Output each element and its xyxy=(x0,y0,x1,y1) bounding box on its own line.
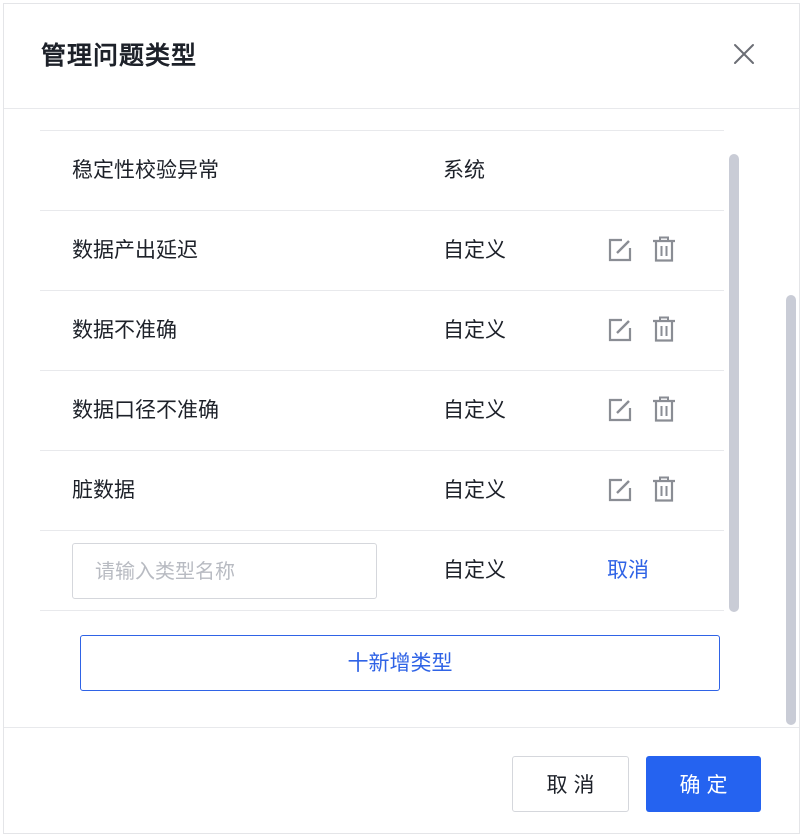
list-scrollbar-thumb[interactable] xyxy=(729,154,739,612)
dialog-scrollbar-thumb[interactable] xyxy=(786,295,796,725)
dialog-footer: 取消 确定 xyxy=(4,727,799,833)
cancel-new-type-link[interactable]: 取消 xyxy=(607,531,649,610)
cancel-button[interactable]: 取消 xyxy=(512,756,629,812)
type-kind: 自定义 xyxy=(443,318,506,342)
confirm-button[interactable]: 确定 xyxy=(646,756,761,812)
edit-icon[interactable] xyxy=(608,398,632,422)
type-kind: 系统 xyxy=(443,158,485,182)
add-type-button[interactable]: 十新增类型 xyxy=(80,635,720,691)
type-name: 稳定性校验异常 xyxy=(72,158,219,182)
table-row: 数据不准确 自定义 xyxy=(40,291,724,371)
type-list-area: 稳定性校验异常 系统 数据产出延迟 自定义 数据不准确 自定义 数据口径不准确 … xyxy=(4,109,799,727)
manage-issue-types-dialog: 管理问题类型 稳定性校验异常 系统 数据产出延迟 自定义 数据不准确 自定义 数… xyxy=(3,3,800,834)
table-row: 脏数据 自定义 xyxy=(40,451,724,531)
close-icon xyxy=(734,44,754,64)
type-kind: 自定义 xyxy=(443,478,506,502)
type-kind: 自定义 xyxy=(443,398,506,422)
edit-icon[interactable] xyxy=(608,238,632,262)
dialog-title: 管理问题类型 xyxy=(41,41,198,70)
trash-icon[interactable] xyxy=(652,316,676,342)
new-type-row: 自定义 取消 xyxy=(40,531,724,611)
trash-icon[interactable] xyxy=(652,236,676,262)
type-name: 数据不准确 xyxy=(72,318,177,342)
type-table: 稳定性校验异常 系统 数据产出延迟 自定义 数据不准确 自定义 数据口径不准确 … xyxy=(40,130,724,611)
type-name: 数据口径不准确 xyxy=(72,398,219,422)
type-kind: 自定义 xyxy=(443,238,506,262)
type-kind: 自定义 xyxy=(443,558,506,582)
table-row: 数据口径不准确 自定义 xyxy=(40,371,724,451)
dialog-header: 管理问题类型 xyxy=(4,4,799,109)
type-name: 脏数据 xyxy=(72,478,135,502)
type-name: 数据产出延迟 xyxy=(72,238,198,262)
type-name-input[interactable] xyxy=(72,543,377,599)
table-row: 数据产出延迟 自定义 xyxy=(40,211,724,291)
table-row: 稳定性校验异常 系统 xyxy=(40,131,724,211)
edit-icon[interactable] xyxy=(608,478,632,502)
close-button[interactable] xyxy=(730,40,758,68)
trash-icon[interactable] xyxy=(652,476,676,502)
edit-icon[interactable] xyxy=(608,318,632,342)
trash-icon[interactable] xyxy=(652,396,676,422)
